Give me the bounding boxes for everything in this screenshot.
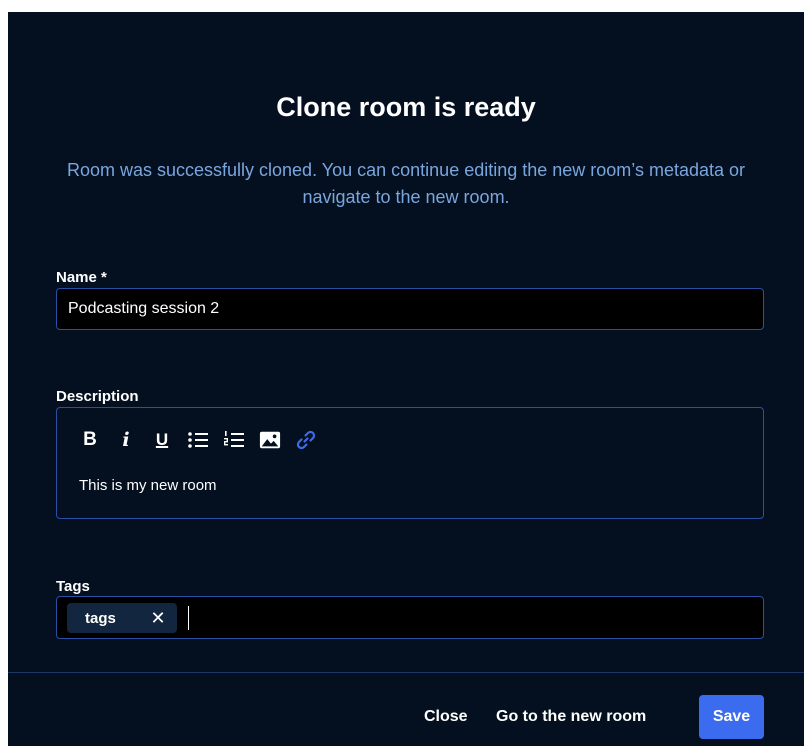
close-icon[interactable]: ✕ [149,608,167,628]
description-text[interactable]: This is my new room [79,477,217,494]
bold-icon[interactable]: B [79,428,101,452]
link-icon[interactable] [295,428,317,452]
dialog-subtitle: Room was successfully cloned. You can co… [66,160,746,207]
tags-input[interactable]: tags ✕ [56,596,764,639]
name-label: Name * [56,269,107,286]
tag-chip: tags ✕ [67,603,177,633]
italic-icon[interactable]: i [115,428,137,452]
numbered-list-icon[interactable] [223,428,245,452]
close-button[interactable]: Close [424,695,468,739]
editor-toolbar: B i U [79,428,331,452]
dialog-title: Clone room is ready [276,92,536,122]
clone-room-dialog: Clone room is ready Room was successfull… [8,12,804,746]
go-to-room-button[interactable]: Go to the new room [496,695,646,739]
tags-label: Tags [56,578,90,595]
text-caret [188,606,189,630]
bullet-list-icon[interactable] [187,428,209,452]
description-label: Description [56,388,139,405]
name-input[interactable] [56,288,764,330]
save-button[interactable]: Save [699,695,764,739]
tag-label: tags [85,609,116,627]
image-icon[interactable] [259,428,281,452]
description-editor[interactable]: B i U This is my new room [56,407,764,519]
footer-divider [8,672,804,673]
underline-icon[interactable]: U [151,428,173,452]
